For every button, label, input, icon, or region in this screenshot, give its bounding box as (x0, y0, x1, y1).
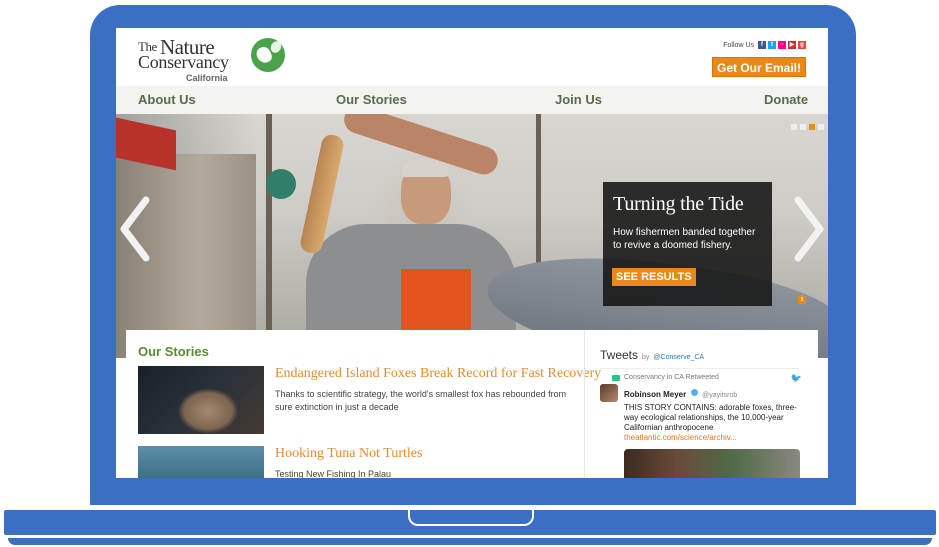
carousel-dot[interactable] (791, 124, 797, 130)
avatar[interactable] (600, 384, 618, 402)
hero-text: How fishermen banded together to revive … (613, 227, 756, 251)
nav-about-us[interactable]: About Us (138, 92, 196, 107)
chevron-left-icon[interactable] (118, 194, 152, 264)
laptop-mockup: The Nature Conservancy California Follow… (0, 0, 939, 547)
logo-region: California (186, 73, 228, 83)
nav-join-us[interactable]: Join Us (555, 92, 602, 107)
content-area: Our Stories Endangered Island Foxes Brea… (126, 330, 818, 478)
stories-title: Our Stories (138, 344, 209, 359)
laptop-trackpad-notch (408, 510, 534, 526)
tweet-author-handle[interactable]: @yayitsrob (702, 392, 737, 399)
carousel-dot[interactable] (800, 124, 806, 130)
carousel-dots (791, 124, 824, 130)
website-screen: The Nature Conservancy California Follow… (116, 28, 828, 478)
retweet-label: Conservancy in CA Retweeted (624, 374, 719, 381)
globe-leaf-icon (251, 38, 285, 72)
hero-caption: Turning the Tide How fishermen banded to… (603, 182, 772, 306)
follow-us: Follow Us f t ·· ▶ g (723, 41, 806, 49)
flickr-icon[interactable]: ·· (778, 41, 786, 49)
google-plus-icon[interactable]: g (798, 41, 806, 49)
tweet-text: THIS STORY CONTAINS: adorable foxes, thr… (624, 403, 797, 432)
story-summary: Testing New Fishing In Palau (275, 469, 392, 478)
hero-title: Turning the Tide (613, 193, 744, 215)
tweet-author[interactable]: Robinson Meyer (624, 390, 686, 399)
see-results-button[interactable]: SEE RESULTS (612, 268, 696, 286)
story-headline[interactable]: Hooking Tuna Not Turtles (275, 446, 422, 462)
retweet-icon (612, 374, 620, 381)
tweet[interactable]: Robinson Meyer @yayitsrob THIS STORY CON… (600, 384, 810, 478)
laptop-base-foot (8, 538, 932, 545)
carousel-dot[interactable] (809, 124, 815, 130)
hero-carousel: Turning the Tide How fishermen banded to… (116, 114, 828, 358)
logo[interactable]: The Nature Conservancy California (138, 35, 285, 85)
tweet-media-image[interactable] (624, 449, 800, 478)
story-headline[interactable]: Endangered Island Foxes Break Record for… (275, 366, 601, 382)
main-nav: About Us Our Stories Join Us Donate (116, 86, 828, 114)
site-header: The Nature Conservancy California Follow… (116, 28, 828, 86)
chevron-right-icon[interactable] (792, 194, 826, 264)
youtube-icon[interactable]: ▶ (788, 41, 796, 49)
tweets-title: Tweets (600, 348, 639, 362)
tweets-handle-link[interactable]: @Conserve_CA (653, 354, 704, 361)
tweets-by: by (642, 354, 650, 361)
hero-image-part (266, 169, 296, 199)
story-thumbnail-tuna[interactable] (138, 446, 264, 478)
our-stories-section: Our Stories Endangered Island Foxes Brea… (138, 344, 601, 478)
twitter-bird-icon[interactable]: 🐦 (791, 373, 802, 384)
logo-conservancy: Conservancy (138, 52, 229, 72)
tweets-header: Tweets by @Conserve_CA (600, 348, 810, 362)
story-summary: Thanks to scientific strategy, the world… (275, 389, 567, 412)
tweets-widget: Tweets by @Conserve_CA Conservancy in CA… (600, 348, 810, 478)
twitter-icon[interactable]: t (768, 41, 776, 49)
nav-our-stories[interactable]: Our Stories (336, 92, 407, 107)
facebook-icon[interactable]: f (758, 41, 766, 49)
nav-donate[interactable]: Donate (764, 92, 808, 107)
tweets-divider (600, 368, 800, 369)
hero-image-part (402, 159, 448, 177)
story-thumbnail-fox[interactable] (138, 366, 264, 434)
column-divider (584, 330, 585, 478)
tweet-link[interactable]: theatlantic.com/science/archiv... (624, 433, 810, 442)
tweet-author-row: Robinson Meyer @yayitsrob (624, 384, 810, 402)
retweet-row: Conservancy in CA Retweeted 🐦 (600, 373, 810, 384)
verified-badge-icon (690, 389, 698, 397)
get-email-button[interactable]: Get Our Email! (712, 57, 806, 77)
carousel-dot[interactable] (818, 124, 824, 130)
follow-label: Follow Us (723, 41, 754, 49)
info-icon[interactable]: i (798, 296, 806, 304)
hero-image-part (266, 114, 272, 358)
